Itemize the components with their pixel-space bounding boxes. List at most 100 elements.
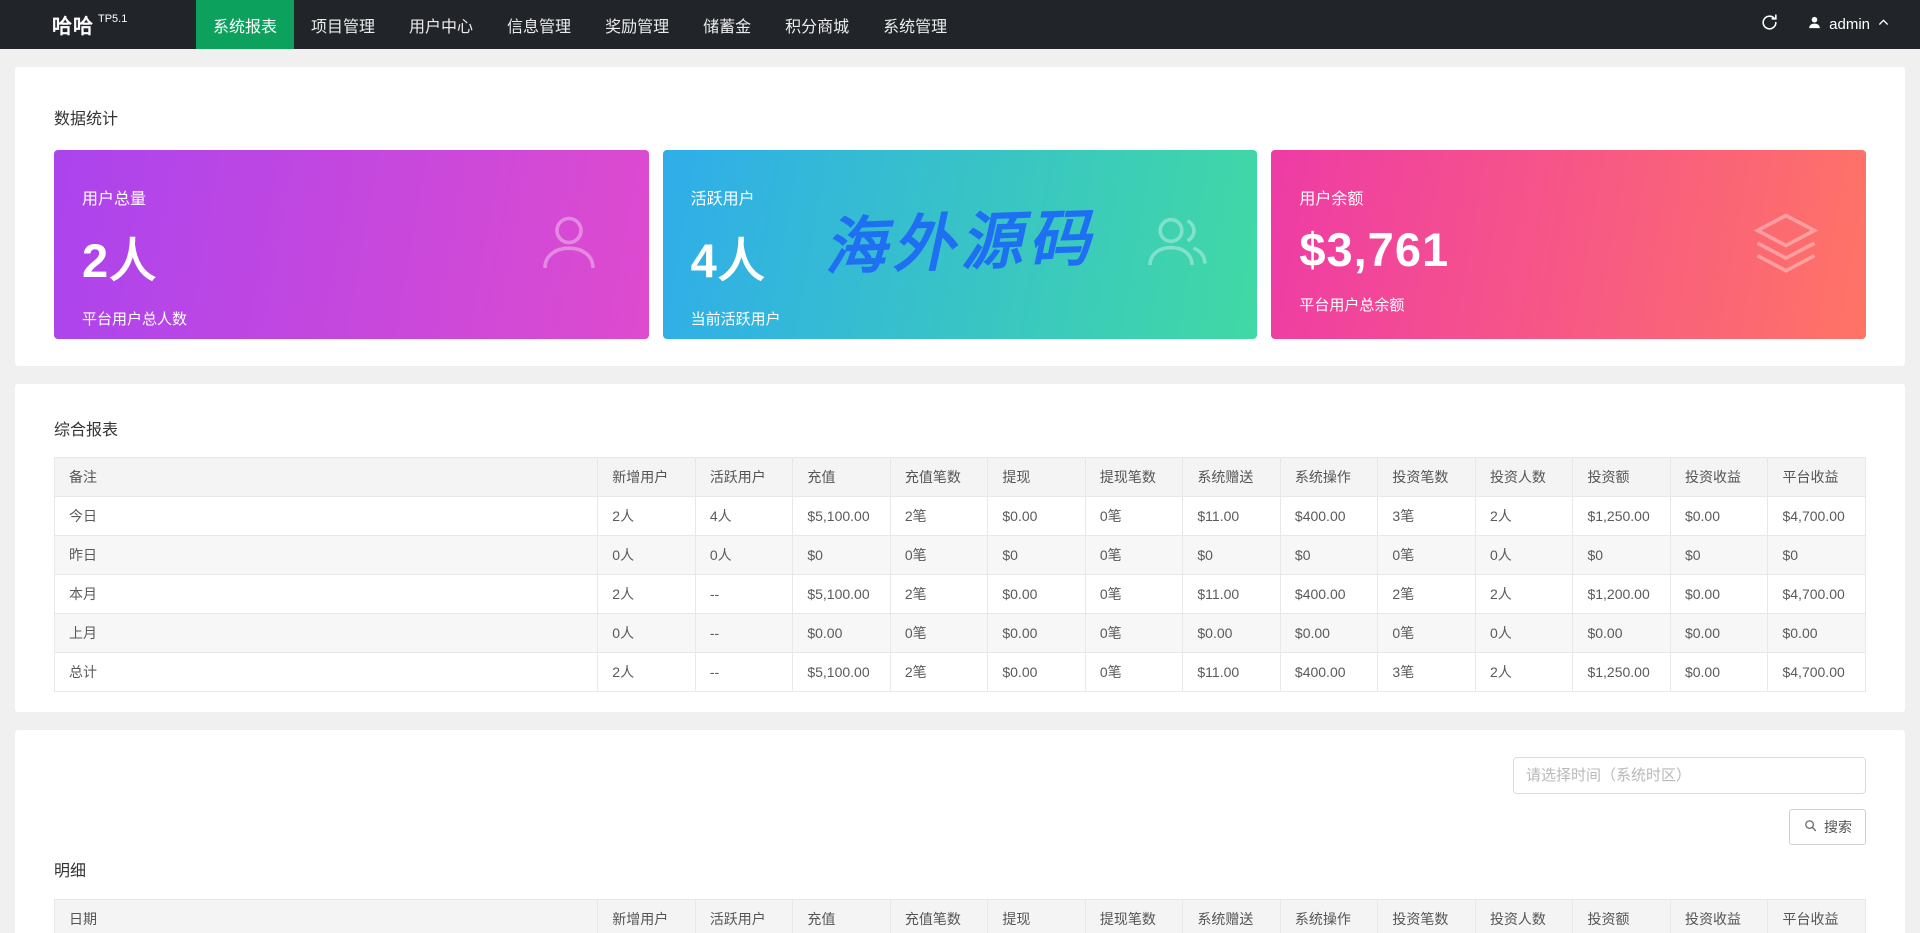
column-header: 投资额 — [1573, 900, 1671, 933]
table-cell: 0笔 — [1085, 497, 1183, 536]
table-cell: $11.00 — [1183, 497, 1281, 536]
table-row: 今日2人4人$5,100.002笔$0.000笔$11.00$400.003笔2… — [55, 497, 1866, 536]
column-header: 提现笔数 — [1085, 458, 1183, 497]
table-cell: 2人 — [1475, 497, 1573, 536]
table-cell: $0.00 — [988, 575, 1086, 614]
nav-item-储蓄金[interactable]: 储蓄金 — [686, 0, 768, 49]
column-header: 平台收益 — [1768, 900, 1866, 933]
column-header: 提现 — [988, 458, 1086, 497]
table-cell: 2笔 — [890, 497, 988, 536]
stat-card-sub: 当前活跃用户 — [691, 308, 1230, 329]
column-header: 投资收益 — [1670, 458, 1768, 497]
column-header: 提现笔数 — [1085, 900, 1183, 933]
column-header: 充值 — [793, 900, 891, 933]
column-header: 充值 — [793, 458, 891, 497]
page-content: 数据统计 用户总量 2人 平台用户总人数 活跃用户 4人 当前活跃用户 海外源码 — [0, 49, 1920, 933]
table-cell: 2人 — [598, 653, 696, 692]
table-row: 上月0人--$0.000笔$0.000笔$0.00$0.000笔0人$0.00$… — [55, 614, 1866, 653]
app-logo-text: 哈哈 — [52, 10, 94, 39]
table-cell: 0笔 — [890, 614, 988, 653]
nav-item-系统管理[interactable]: 系统管理 — [866, 0, 964, 49]
table-cell: $5,100.00 — [793, 497, 891, 536]
report-title: 综合报表 — [54, 416, 1866, 440]
column-header: 新增用户 — [598, 458, 696, 497]
nav-item-积分商城[interactable]: 积分商城 — [768, 0, 866, 49]
refresh-button[interactable] — [1740, 0, 1799, 49]
table-cell: 2人 — [1475, 575, 1573, 614]
table-cell: 2人 — [598, 497, 696, 536]
table-cell: 0人 — [1475, 614, 1573, 653]
table-row: 总计2人--$5,100.002笔$0.000笔$11.00$400.003笔2… — [55, 653, 1866, 692]
table-cell: $1,200.00 — [1573, 575, 1671, 614]
table-cell: $400.00 — [1280, 653, 1378, 692]
column-header: 充值笔数 — [890, 900, 988, 933]
table-cell: $0.00 — [1280, 614, 1378, 653]
nav-item-奖励管理[interactable]: 奖励管理 — [588, 0, 686, 49]
stat-card: 用户余额 $3,761 平台用户总余额 — [1271, 150, 1866, 339]
table-cell: 0笔 — [1085, 653, 1183, 692]
column-header: 投资人数 — [1475, 458, 1573, 497]
detail-table: 日期新增用户活跃用户充值充值笔数提现提现笔数系统赠送系统操作投资笔数投资人数投资… — [54, 899, 1866, 933]
table-cell: $0 — [988, 536, 1086, 575]
detail-title: 明细 — [54, 857, 1866, 881]
chevron-up-icon — [1877, 16, 1890, 33]
table-cell: $0.00 — [1670, 575, 1768, 614]
table-cell: $5,100.00 — [793, 575, 891, 614]
search-button[interactable]: 搜索 — [1789, 809, 1866, 845]
column-header: 系统操作 — [1280, 458, 1378, 497]
column-header: 日期 — [55, 900, 598, 933]
stat-card: 活跃用户 4人 当前活跃用户 海外源码 — [663, 150, 1258, 339]
detail-panel: 搜索 明细 日期新增用户活跃用户充值充值笔数提现提现笔数系统赠送系统操作投资笔数… — [15, 730, 1905, 933]
stats-title: 数据统计 — [54, 105, 1866, 129]
table-cell: $0.00 — [793, 614, 891, 653]
layers-icon — [1750, 206, 1822, 283]
column-header: 活跃用户 — [695, 900, 793, 933]
table-cell: $0.00 — [1670, 653, 1768, 692]
user-icon — [533, 206, 605, 283]
column-header: 系统赠送 — [1183, 900, 1281, 933]
stat-card-sub: 平台用户总人数 — [82, 308, 621, 329]
nav-item-项目管理[interactable]: 项目管理 — [294, 0, 392, 49]
column-header: 系统操作 — [1280, 900, 1378, 933]
table-cell: $0.00 — [1183, 614, 1281, 653]
user-menu[interactable]: admin — [1799, 0, 1920, 49]
table-cell: $5,100.00 — [793, 653, 891, 692]
stat-card-sub: 平台用户总余额 — [1299, 294, 1838, 315]
detail-table-header-row: 日期新增用户活跃用户充值充值笔数提现提现笔数系统赠送系统操作投资笔数投资人数投资… — [55, 900, 1866, 933]
nav-item-用户中心[interactable]: 用户中心 — [392, 0, 490, 49]
table-row: 本月2人--$5,100.002笔$0.000笔$11.00$400.002笔2… — [55, 575, 1866, 614]
main-nav: 系统报表项目管理用户中心信息管理奖励管理储蓄金积分商城系统管理 — [196, 0, 964, 49]
table-cell: $0.00 — [1573, 614, 1671, 653]
table-cell: 2笔 — [890, 575, 988, 614]
table-cell: 0笔 — [1378, 614, 1476, 653]
user-icon — [1807, 15, 1822, 34]
table-cell: $0.00 — [1670, 614, 1768, 653]
column-header: 系统赠送 — [1183, 458, 1281, 497]
search-button-label: 搜索 — [1824, 817, 1852, 837]
column-header: 投资额 — [1573, 458, 1671, 497]
nav-item-系统报表[interactable]: 系统报表 — [196, 0, 294, 49]
table-cell: $4,700.00 — [1768, 653, 1866, 692]
time-filter-input[interactable] — [1513, 757, 1866, 794]
table-cell: $0.00 — [1768, 614, 1866, 653]
table-row: 昨日0人0人$00笔$00笔$0$00笔0人$0$0$0 — [55, 536, 1866, 575]
table-cell: $0 — [1768, 536, 1866, 575]
column-header: 投资收益 — [1670, 900, 1768, 933]
watermark-text: 海外源码 — [823, 187, 1098, 286]
column-header: 新增用户 — [598, 900, 696, 933]
table-cell: $0 — [1573, 536, 1671, 575]
table-cell: $0 — [1183, 536, 1281, 575]
nav-item-信息管理[interactable]: 信息管理 — [490, 0, 588, 49]
table-cell: 4人 — [695, 497, 793, 536]
stat-card: 用户总量 2人 平台用户总人数 — [54, 150, 649, 339]
table-cell: -- — [695, 614, 793, 653]
table-cell: 0人 — [695, 536, 793, 575]
table-cell: 0人 — [598, 536, 696, 575]
table-cell: $400.00 — [1280, 575, 1378, 614]
table-cell: $0.00 — [1670, 497, 1768, 536]
column-header: 活跃用户 — [695, 458, 793, 497]
table-cell: $0.00 — [988, 653, 1086, 692]
refresh-icon — [1760, 13, 1779, 37]
column-header: 投资笔数 — [1378, 900, 1476, 933]
table-cell: 2人 — [598, 575, 696, 614]
